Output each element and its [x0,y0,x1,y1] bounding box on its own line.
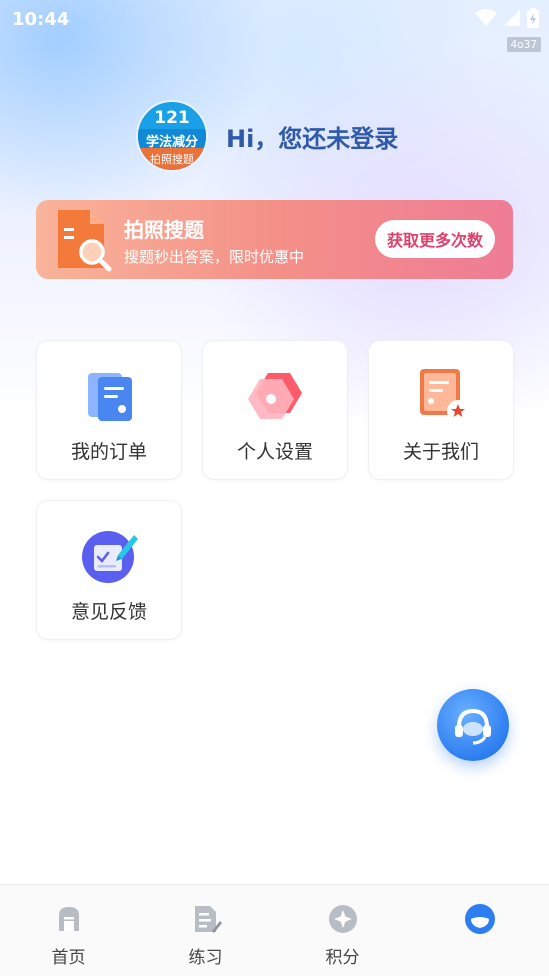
customer-service-headset-icon [455,708,491,745]
status-bar: 10:44 [0,0,549,38]
battery-icon [527,8,539,28]
home-icon [58,907,79,931]
tab-label: 练习 [188,948,223,968]
avatar-text-sub: 拍照搜题 [138,148,206,170]
customer-service-button[interactable] [437,689,509,761]
tab-points[interactable]: 积分 [274,885,411,976]
tab-label: 积分 [325,948,360,968]
menu-card-label: 个人设置 [236,441,313,463]
menu-card-label: 关于我们 [402,441,479,463]
profile-header[interactable]: 121 学法减分 拍照搜题 Hi，您还未登录 [136,100,398,172]
avatar[interactable]: 121 学法减分 拍照搜题 [136,100,208,172]
points-icon [328,905,357,933]
profile-icon [464,904,495,934]
bottom-tab-bar: 首页 练习 积分 [0,884,549,976]
settings-hexagon-icon [248,373,302,419]
about-certificate-icon [420,369,469,422]
debug-tag: 4o37 [506,37,541,52]
order-icon [88,373,132,421]
banner-subtitle: 搜题秒出答案，限时优惠中 [124,248,305,266]
menu-card-about[interactable]: 关于我们 [368,340,514,480]
menu-card-label: 我的订单 [70,441,147,463]
practice-icon [194,906,222,933]
status-time: 10:44 [12,8,70,30]
tab-profile[interactable] [411,885,548,976]
photo-search-banner[interactable]: 拍照搜题 搜题秒出答案，限时优惠中 获取更多次数 [36,200,513,279]
menu-card-label: 意见反馈 [70,601,147,623]
tab-home[interactable]: 首页 [0,885,137,976]
menu-card-settings[interactable]: 个人设置 [202,340,348,480]
tab-label: 首页 [51,948,86,968]
signal-icon [504,10,520,26]
login-greeting[interactable]: Hi，您还未登录 [226,119,398,154]
menu-card-feedback[interactable]: 意见反馈 [36,500,182,640]
menu-card-orders[interactable]: 我的订单 [36,340,182,480]
feedback-edit-icon [82,531,138,583]
status-icons [475,8,539,28]
document-search-icon [58,210,112,272]
tab-practice[interactable]: 练习 [137,885,274,976]
banner-title: 拍照搜题 [124,218,204,242]
get-more-times-button[interactable]: 获取更多次数 [374,220,495,258]
wifi-icon [475,9,497,26]
avatar-text-121: 121 [154,108,190,128]
